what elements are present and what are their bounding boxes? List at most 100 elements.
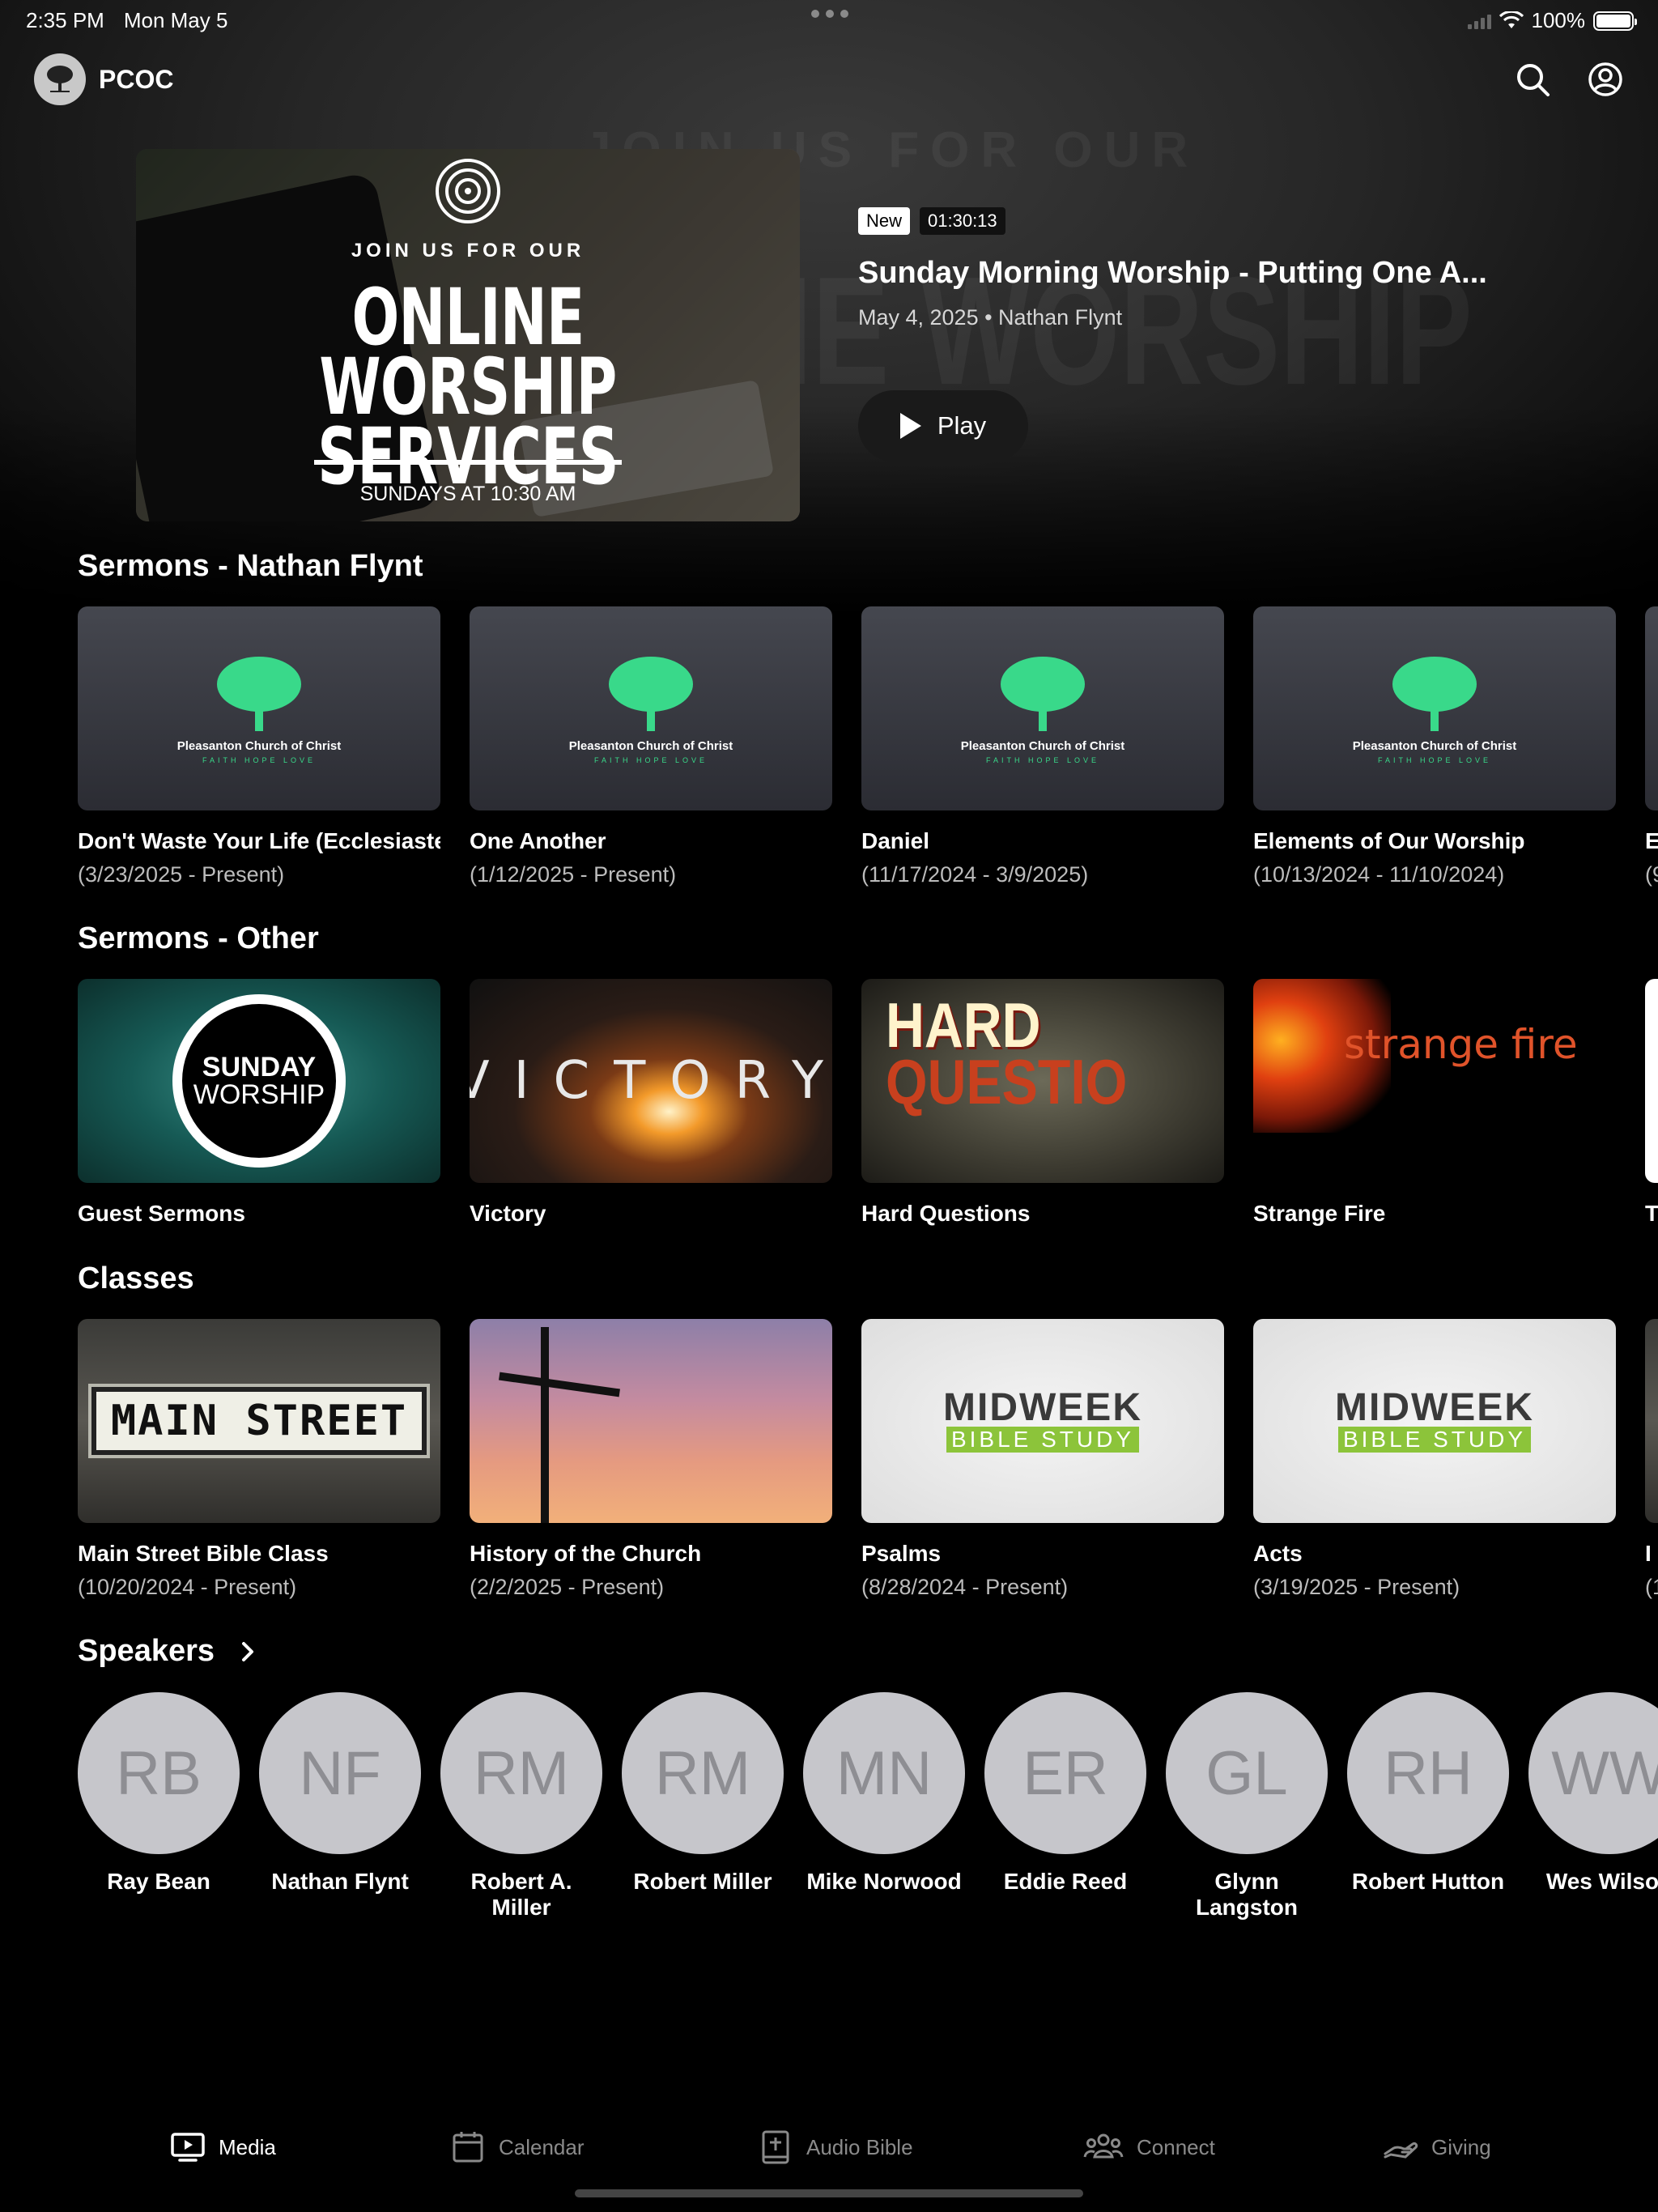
battery-percent: 100% bbox=[1531, 8, 1586, 32]
card-dates: (10/20/2024 - Present) bbox=[78, 1575, 297, 1599]
class-card[interactable]: History of the Church (2/2/2025 - Presen… bbox=[470, 1319, 832, 1600]
featured-meta: May 4, 2025 • Nathan Flynt bbox=[858, 305, 1123, 330]
card-church-name: Pleasanton Church of Christ bbox=[1352, 738, 1517, 753]
section-title-sermons-other: Sermons - Other bbox=[78, 921, 319, 955]
avatar: RB bbox=[78, 1692, 240, 1854]
sermon-series-card[interactable]: Pleasanton Church of Christ FAITH HOPE L… bbox=[861, 606, 1224, 887]
church-logo-icon[interactable] bbox=[34, 53, 86, 105]
speakers-row: RB Ray Bean NF Nathan Flynt RM Robert A. Mi… bbox=[78, 1692, 1658, 1921]
play-label: Play bbox=[937, 411, 987, 440]
featured-thumbnail[interactable]: JOIN US FOR OUR ONLINE WORSHIP SERVICES … bbox=[136, 149, 800, 521]
sermon-series-card[interactable]: SUNDAY WORSHIP Guest Sermons bbox=[78, 979, 440, 1227]
status-bar: 2:35 PM Mon May 5 100% bbox=[0, 0, 1658, 39]
search-icon[interactable] bbox=[1514, 61, 1551, 98]
status-date: Mon May 5 bbox=[123, 8, 228, 32]
card-tagline: FAITH HOPE LOVE bbox=[202, 755, 317, 764]
thumb-text: SUNDAY bbox=[202, 1052, 317, 1083]
tree-logo-icon bbox=[1001, 656, 1085, 731]
sermon-series-card[interactable]: VICTORY Victory bbox=[470, 979, 832, 1227]
target-logo-icon bbox=[436, 159, 500, 223]
speaker-name: Ray Bean bbox=[107, 1869, 210, 1894]
speaker-item[interactable]: RB Ray Bean bbox=[78, 1692, 240, 1921]
speaker-item[interactable]: WW Wes Wilson bbox=[1528, 1692, 1658, 1921]
section-title-speakers[interactable]: Speakers bbox=[78, 1634, 257, 1669]
card-title: Victory bbox=[470, 1201, 546, 1226]
featured-thumb-title-line1: ONLINE WORSHIP bbox=[319, 272, 617, 432]
avatar: RM bbox=[622, 1692, 784, 1854]
tab-label: Connect bbox=[1137, 2134, 1215, 2159]
speaker-item[interactable]: ER Eddie Reed bbox=[984, 1692, 1146, 1921]
featured-join-text: JOIN US FOR OUR bbox=[351, 240, 585, 262]
speaker-name: Robert Miller bbox=[633, 1869, 772, 1894]
sermon-series-card[interactable]: T bbox=[1645, 979, 1658, 1227]
speaker-name: Glynn Langston bbox=[1196, 1869, 1298, 1920]
card-church-name: Pleasanton Church of Christ bbox=[568, 738, 733, 753]
card-church-name: Pleasanton Church of Christ bbox=[960, 738, 1125, 753]
featured-thumb-subtitle: SUNDAYS AT 10:30 AM bbox=[359, 483, 576, 505]
card-title: Acts bbox=[1253, 1541, 1303, 1566]
battery-icon bbox=[1593, 11, 1637, 31]
featured-thumb-title-line2: SERVICES bbox=[317, 411, 619, 502]
tab-media[interactable]: Media bbox=[170, 2129, 276, 2165]
avatar: WW bbox=[1528, 1692, 1658, 1854]
class-card[interactable]: MIDWEEK BIBLE STUDY Acts (3/19/2025 - Pr… bbox=[1253, 1319, 1616, 1600]
sermon-series-card[interactable]: Pleasanton Church of Christ FAITH HOPE L… bbox=[470, 606, 832, 887]
card-dates: (1 bbox=[1645, 1575, 1658, 1599]
speaker-name: Wes Wilson bbox=[1545, 1869, 1658, 1894]
sermon-series-card[interactable]: strange fire Strange Fire bbox=[1253, 979, 1616, 1227]
card-tagline: FAITH HOPE LOVE bbox=[1377, 755, 1492, 764]
card-title: Hard Questions bbox=[861, 1201, 1031, 1226]
class-card[interactable]: MAIN STREET Main Street Bible Class (10/… bbox=[78, 1319, 440, 1600]
sermons-nathan-row: Pleasanton Church of Christ FAITH HOPE L… bbox=[78, 606, 1658, 887]
thumb-text: BIBLE STUDY bbox=[1337, 1427, 1532, 1453]
speaker-item[interactable]: RH Robert Hutton bbox=[1347, 1692, 1509, 1921]
tab-connect[interactable]: Connect bbox=[1083, 2129, 1215, 2165]
speakers-title-label: Speakers bbox=[78, 1634, 215, 1668]
play-button[interactable]: Play bbox=[858, 390, 1028, 462]
thumb-text: BIBLE STUDY bbox=[946, 1427, 1140, 1453]
card-dates: (1/12/2025 - Present) bbox=[470, 862, 677, 887]
speaker-name: Robert A. Miller bbox=[470, 1869, 572, 1920]
tab-calendar[interactable]: Calendar bbox=[450, 2129, 585, 2165]
featured-title[interactable]: Sunday Morning Worship - Putting One A..… bbox=[858, 256, 1587, 291]
giving-hand-icon bbox=[1384, 2142, 1418, 2159]
tree-logo-icon bbox=[1392, 656, 1477, 731]
speaker-item[interactable]: GL Glynn Langston bbox=[1166, 1692, 1328, 1921]
calendar-icon bbox=[453, 2132, 483, 2163]
speaker-item[interactable]: RM Robert A. Miller bbox=[440, 1692, 602, 1921]
speaker-item[interactable]: NF Nathan Flynt bbox=[259, 1692, 421, 1921]
sermon-series-card[interactable]: E (9 bbox=[1645, 606, 1658, 887]
account-icon[interactable] bbox=[1587, 61, 1624, 98]
speaker-item[interactable]: RM Robert Miller bbox=[622, 1692, 784, 1921]
sermon-series-card[interactable]: HARD QUESTIO Hard Questions bbox=[861, 979, 1224, 1227]
multitasking-dots-icon[interactable] bbox=[811, 10, 848, 18]
app-name: PCOC bbox=[99, 64, 174, 94]
card-title: Psalms bbox=[861, 1541, 942, 1566]
wifi-icon bbox=[1499, 11, 1524, 28]
card-title: Don't Waste Your Life (Ecclesiastes) bbox=[78, 828, 440, 853]
tv-icon bbox=[171, 2133, 205, 2162]
card-title: History of the Church bbox=[470, 1541, 702, 1566]
card-title: Daniel bbox=[861, 828, 930, 853]
thumb-text: HARD bbox=[886, 989, 1041, 1061]
thumb-text: MIDWEEK bbox=[1335, 1386, 1534, 1429]
card-tagline: FAITH HOPE LOVE bbox=[593, 755, 708, 764]
tab-audio-bible[interactable]: Audio Bible bbox=[758, 2129, 913, 2165]
card-title: Guest Sermons bbox=[78, 1201, 245, 1226]
avatar: ER bbox=[984, 1692, 1146, 1854]
speaker-item[interactable]: MN Mike Norwood bbox=[803, 1692, 965, 1921]
sermon-series-card[interactable]: Pleasanton Church of Christ FAITH HOPE L… bbox=[78, 606, 440, 887]
class-card[interactable]: I (1 bbox=[1645, 1319, 1658, 1600]
thumb-text: strange fire bbox=[1344, 1021, 1578, 1068]
duration-badge: 01:30:13 bbox=[920, 207, 1005, 235]
thumb-text: MAIN STREET bbox=[91, 1387, 427, 1455]
section-title-classes: Classes bbox=[78, 1261, 194, 1295]
sermon-series-card[interactable]: Pleasanton Church of Christ FAITH HOPE L… bbox=[1253, 606, 1616, 887]
speaker-name: Robert Hutton bbox=[1351, 1869, 1505, 1894]
tab-giving[interactable]: Giving bbox=[1383, 2129, 1491, 2165]
card-title: Main Street Bible Class bbox=[78, 1541, 329, 1566]
thumb-text: MIDWEEK bbox=[943, 1386, 1142, 1429]
class-card[interactable]: MIDWEEK BIBLE STUDY Psalms (8/28/2024 - … bbox=[861, 1319, 1224, 1600]
home-indicator[interactable] bbox=[575, 2189, 1083, 2197]
tab-label: Audio Bible bbox=[806, 2134, 913, 2159]
